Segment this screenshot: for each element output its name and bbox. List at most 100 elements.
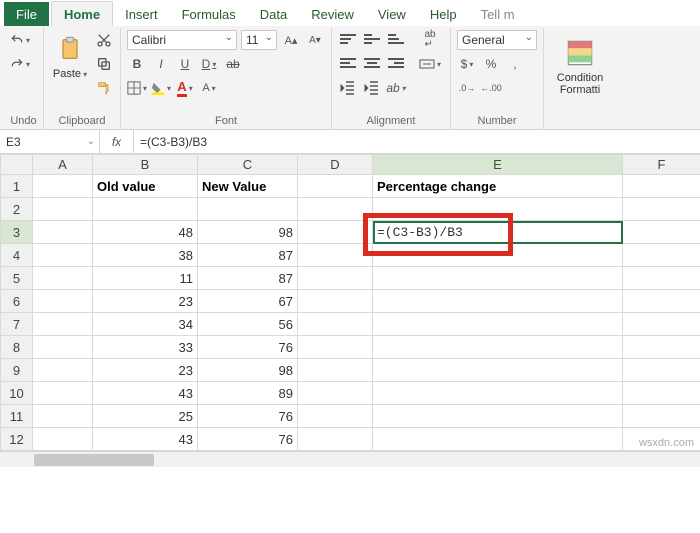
cell[interactable] <box>33 405 93 428</box>
tab-help[interactable]: Help <box>418 2 469 26</box>
conditional-formatting-button[interactable]: Condition Formatti <box>550 30 610 96</box>
cell[interactable] <box>623 313 700 336</box>
cell[interactable] <box>298 244 373 267</box>
tab-data[interactable]: Data <box>248 2 299 26</box>
row-header[interactable]: 8 <box>1 336 33 359</box>
tellme-search[interactable]: Tell m <box>469 2 527 26</box>
cell[interactable] <box>623 198 700 221</box>
cell[interactable] <box>373 198 623 221</box>
undo-button[interactable] <box>10 30 30 50</box>
col-header-A[interactable]: A <box>33 155 93 175</box>
row-header[interactable]: 7 <box>1 313 33 336</box>
cell[interactable] <box>373 244 623 267</box>
col-header-B[interactable]: B <box>93 155 198 175</box>
row-header[interactable]: 2 <box>1 198 33 221</box>
tab-view[interactable]: View <box>366 2 418 26</box>
cell[interactable] <box>623 221 700 244</box>
cell[interactable] <box>373 313 623 336</box>
cell[interactable] <box>623 359 700 382</box>
cell[interactable]: 87 <box>198 244 298 267</box>
horizontal-scrollbar[interactable] <box>0 451 700 467</box>
cell[interactable] <box>33 290 93 313</box>
cell[interactable] <box>298 313 373 336</box>
cell[interactable]: 98 <box>198 221 298 244</box>
cell[interactable] <box>298 405 373 428</box>
cell[interactable] <box>298 221 373 244</box>
merge-center-button[interactable] <box>416 54 444 74</box>
cell[interactable]: 56 <box>198 313 298 336</box>
copy-button[interactable] <box>94 54 114 74</box>
percent-button[interactable]: % <box>481 54 501 74</box>
comma-button[interactable]: , <box>505 54 525 74</box>
tab-file[interactable]: File <box>4 2 49 26</box>
fx-icon[interactable]: fx <box>100 130 134 153</box>
align-bottom-button[interactable] <box>386 30 406 50</box>
cell[interactable] <box>33 428 93 451</box>
cell[interactable]: 43 <box>93 428 198 451</box>
number-format-combo[interactable]: General <box>457 30 537 50</box>
active-cell-E3[interactable]: =(C3-B3)/B3 <box>373 221 623 244</box>
cell[interactable] <box>373 290 623 313</box>
cell[interactable]: 98 <box>198 359 298 382</box>
cell[interactable]: 67 <box>198 290 298 313</box>
cell[interactable] <box>373 382 623 405</box>
row-header[interactable]: 9 <box>1 359 33 382</box>
cell[interactable] <box>623 244 700 267</box>
fill-color-button[interactable] <box>151 78 171 98</box>
cell[interactable] <box>623 290 700 313</box>
cell[interactable]: 23 <box>93 359 198 382</box>
align-left-button[interactable] <box>338 54 358 74</box>
tab-review[interactable]: Review <box>299 2 366 26</box>
cell[interactable]: 89 <box>198 382 298 405</box>
cell[interactable] <box>298 336 373 359</box>
cell[interactable] <box>623 405 700 428</box>
decrease-decimal-button[interactable]: ←.00 <box>481 78 501 98</box>
cell[interactable]: 76 <box>198 336 298 359</box>
paste-button[interactable]: Paste <box>50 30 90 80</box>
currency-button[interactable]: $ <box>457 54 477 74</box>
tab-formulas[interactable]: Formulas <box>170 2 248 26</box>
row-header[interactable]: 1 <box>1 175 33 198</box>
cell[interactable] <box>373 428 623 451</box>
cell[interactable] <box>373 336 623 359</box>
select-all-corner[interactable] <box>1 155 33 175</box>
cell[interactable] <box>33 175 93 198</box>
name-box[interactable]: E3 <box>0 130 100 153</box>
tab-home[interactable]: Home <box>51 1 113 26</box>
col-header-E[interactable]: E <box>373 155 623 175</box>
cell[interactable] <box>623 175 700 198</box>
cell[interactable]: New Value <box>198 175 298 198</box>
align-right-button[interactable] <box>386 54 406 74</box>
cell[interactable]: 23 <box>93 290 198 313</box>
cell[interactable] <box>298 175 373 198</box>
tab-insert[interactable]: Insert <box>113 2 170 26</box>
align-top-button[interactable] <box>338 30 358 50</box>
cell[interactable]: 87 <box>198 267 298 290</box>
wrap-text-button[interactable]: ab↵ <box>416 30 444 50</box>
row-header[interactable]: 10 <box>1 382 33 405</box>
cell[interactable]: 38 <box>93 244 198 267</box>
cell[interactable] <box>373 359 623 382</box>
bold-button[interactable]: B <box>127 54 147 74</box>
cell[interactable] <box>298 382 373 405</box>
cell[interactable]: 76 <box>198 405 298 428</box>
cell[interactable]: 25 <box>93 405 198 428</box>
cell[interactable] <box>33 267 93 290</box>
cut-button[interactable] <box>94 30 114 50</box>
increase-indent-button[interactable] <box>362 78 382 98</box>
borders-button[interactable] <box>127 78 147 98</box>
cell[interactable]: Percentage change <box>373 175 623 198</box>
cell[interactable] <box>623 267 700 290</box>
scrollbar-thumb[interactable] <box>34 454 154 466</box>
cell[interactable] <box>33 359 93 382</box>
sheet-table[interactable]: A B C D E F 1 Old value New Value Percen… <box>0 154 700 451</box>
cell[interactable] <box>93 198 198 221</box>
font-size-combo[interactable]: 11 <box>241 30 277 50</box>
col-header-C[interactable]: C <box>198 155 298 175</box>
cell[interactable] <box>33 336 93 359</box>
cell[interactable]: 11 <box>93 267 198 290</box>
increase-decimal-button[interactable]: .0→ <box>457 78 477 98</box>
formula-input[interactable]: =(C3-B3)/B3 <box>134 135 700 149</box>
cell[interactable] <box>298 198 373 221</box>
italic-button[interactable]: I <box>151 54 171 74</box>
